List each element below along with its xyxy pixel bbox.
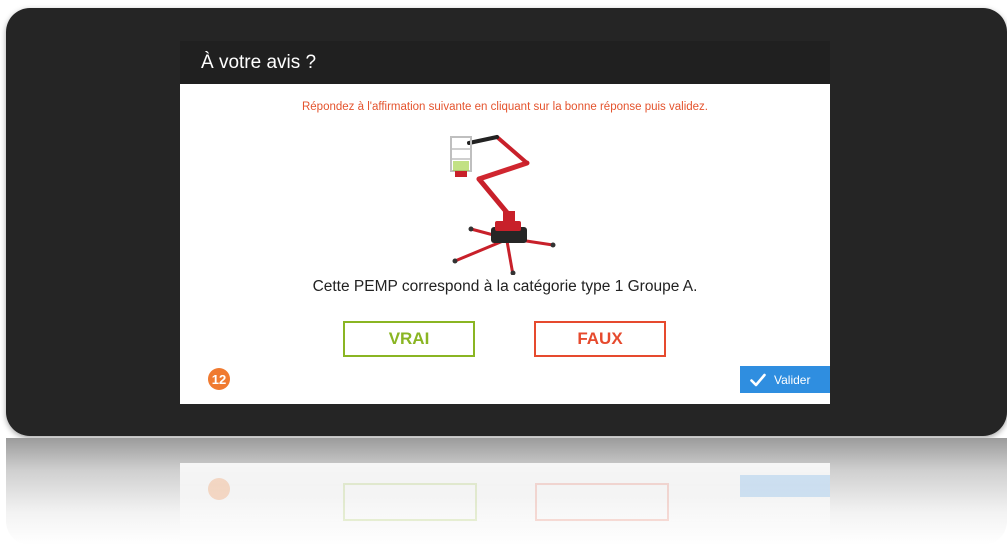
title-bar: À votre avis ?	[180, 41, 830, 84]
check-icon	[750, 373, 766, 387]
reflection-window	[180, 463, 830, 545]
reflection-false-button	[535, 483, 669, 521]
reflection-badge	[208, 478, 230, 500]
question-number: 12	[211, 371, 227, 387]
question-number-badge: 12	[208, 368, 230, 390]
statement-text: Cette PEMP correspond à la catégorie typ…	[312, 278, 698, 295]
question-window: À votre avis ? Répondez à l'affirmation …	[180, 41, 830, 404]
dialog-title: À votre avis ?	[201, 51, 317, 73]
screen-reflection	[6, 438, 1007, 545]
instruction-text: Répondez à l'affirmation suivante en cli…	[301, 101, 708, 113]
reflection-validate-button	[740, 475, 830, 497]
false-answer-button[interactable]: FAUX	[534, 321, 666, 357]
true-answer-button[interactable]: VRAI	[343, 321, 475, 357]
validate-label: Valider	[774, 372, 811, 387]
reflection-true-button	[343, 483, 477, 521]
lift-illustration	[435, 123, 565, 276]
validate-button[interactable]: Valider	[740, 366, 830, 393]
true-answer-label: VRAI	[388, 329, 430, 348]
false-answer-label: FAUX	[577, 329, 623, 348]
